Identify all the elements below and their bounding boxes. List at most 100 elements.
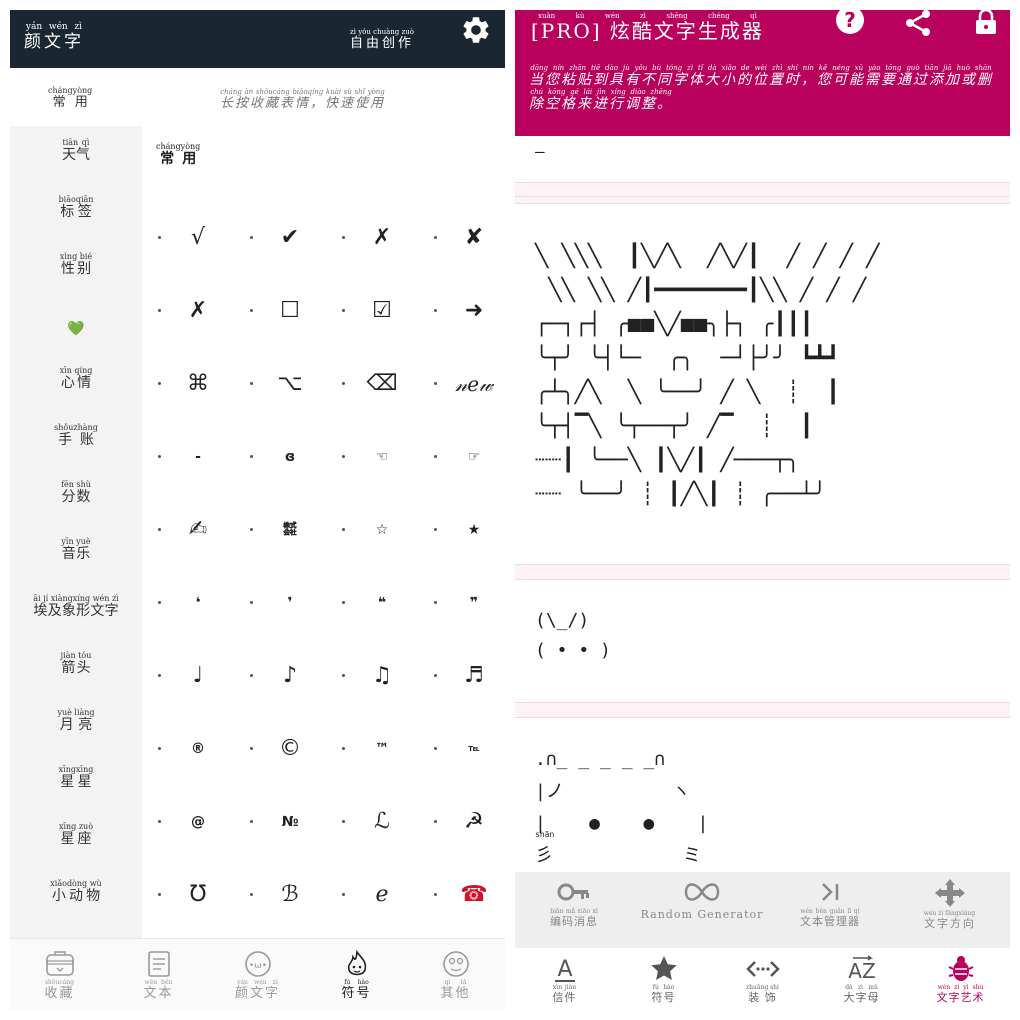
symbol-cell[interactable]: - [142, 437, 234, 477]
symbol-cell[interactable]: ✘ [418, 218, 505, 258]
sidebar-item-scores[interactable]: 分数fēn shù [10, 480, 142, 520]
sidebar-item-moon[interactable]: 月亮yuè liàng [10, 708, 142, 748]
symbol-cell[interactable]: ♬ [418, 656, 505, 696]
sidebar-item-weather[interactable]: 天气tiān qì [10, 138, 142, 178]
symbol-glyph[interactable]: ✍ [174, 516, 222, 544]
symbol-glyph[interactable]: ☐ [266, 297, 314, 325]
symbol-cell[interactable]: ℒ [326, 802, 418, 842]
symbol-glyph[interactable]: ☭ [450, 808, 498, 836]
symbol-cell[interactable]: ⌥ [234, 364, 326, 404]
symbol-cell[interactable]: ❛ [142, 583, 234, 623]
symbol-glyph[interactable]: ☎ [450, 881, 498, 909]
nav-text-art[interactable]: 文字艺术wén zì yì shù [911, 948, 1010, 1010]
symbol-glyph[interactable]: ❞ [450, 589, 498, 617]
symbol-glyph[interactable]: ☆ [358, 516, 406, 544]
symbol-glyph[interactable]: @ [174, 808, 222, 836]
symbol-glyph[interactable]: ♩ [174, 662, 222, 690]
encode-message-button[interactable]: 编码消息biān mǎ xiāo xī [515, 872, 633, 948]
sidebar-item-music[interactable]: 音乐yīn yuè [10, 537, 142, 577]
symbol-cell[interactable]: ⌫ [326, 364, 418, 404]
symbol-glyph[interactable]: № [266, 808, 314, 836]
symbol-cell[interactable]: ☞ [418, 437, 505, 477]
symbol-cell[interactable]: ☑ [326, 291, 418, 331]
gear-icon[interactable] [460, 14, 492, 46]
symbol-cell[interactable]: ★ [418, 510, 505, 550]
symbol-glyph[interactable]: ❛ [174, 589, 222, 617]
nav-letters[interactable]: A 信件xìn jiàn [515, 948, 614, 1010]
symbol-cell[interactable]: ➜ [418, 291, 505, 331]
help-icon[interactable]: ? [833, 10, 867, 44]
symbol-cell[interactable]: ☭ [418, 802, 505, 842]
symbol-cell[interactable]: ™ [326, 729, 418, 769]
symbol-cell[interactable]: ✗ [326, 218, 418, 258]
symbol-glyph[interactable]: ✔ [266, 224, 314, 252]
symbol-cell[interactable]: ℯ [326, 875, 418, 915]
nav-text[interactable]: 文本wén běn [109, 945, 208, 1007]
symbol-cell[interactable]: ℬ [234, 875, 326, 915]
nav-kaomoji[interactable]: •ω• 颜文字yán wén zì [208, 945, 307, 1007]
symbol-cell[interactable]: 𝓃ℯ𝓌 [418, 364, 505, 404]
symbol-cell[interactable]: Ʊ [142, 875, 234, 915]
nav-symbols-right[interactable]: 符号fú hào [614, 948, 713, 1010]
sidebar-item-animals[interactable]: 小动物xiǎodòng wù [10, 879, 142, 919]
lock-icon[interactable] [969, 10, 1003, 44]
symbol-glyph[interactable]: ℬ [266, 881, 314, 909]
symbol-glyph[interactable]: ™ [358, 735, 406, 763]
sidebar-item-stars[interactable]: 星星xīngxīng [10, 765, 142, 805]
sidebar-item-journal[interactable]: 手账shǒuzhàng [10, 423, 142, 463]
symbol-glyph[interactable]: ℒ [358, 808, 406, 836]
symbol-glyph[interactable]: ✗ [174, 297, 222, 325]
text-manager-button[interactable]: 文本管理器wén běn guǎn lǐ qì [771, 872, 889, 948]
symbol-cell[interactable]: © [234, 729, 326, 769]
free-create-button[interactable]: 自由创作zì yóu chuàng zuò [350, 28, 414, 51]
symbol-cell[interactable]: ❝ [326, 583, 418, 623]
symbol-cell[interactable]: ☆ [326, 510, 418, 550]
nav-symbols[interactable]: 符号fú hào [307, 945, 406, 1007]
nav-big-letters[interactable]: AZ 大字母dà zì mǔ [812, 948, 911, 1010]
symbol-glyph[interactable]: ♫ [358, 662, 406, 690]
symbol-cell[interactable]: ✔ [234, 218, 326, 258]
symbol-cell[interactable]: ☐ [234, 291, 326, 331]
symbol-cell[interactable]: ☜ [326, 437, 418, 477]
sidebar-item-zodiac[interactable]: 星座xīng zuò [10, 822, 142, 862]
symbol-glyph[interactable]: ℯ [358, 881, 406, 909]
text-art-item-top[interactable]: — [535, 142, 545, 161]
symbol-cell[interactable]: ® [142, 729, 234, 769]
nav-other[interactable]: 其他qí tā [406, 945, 505, 1007]
symbol-cell[interactable]: ☎ [418, 875, 505, 915]
random-generator-button[interactable]: Random Generator [633, 872, 771, 948]
symbol-glyph[interactable]: ⌫ [358, 370, 406, 398]
sidebar-item-gender[interactable]: 性别xìng bié [10, 252, 142, 292]
symbol-cell[interactable]: @ [142, 802, 234, 842]
nav-favorites[interactable]: 收藏shōucáng [10, 945, 109, 1007]
symbol-glyph[interactable]: ♪ [266, 662, 314, 690]
nav-decoration[interactable]: 装饰zhuāng shì [713, 948, 812, 1010]
symbol-cell[interactable]: ㍿ [234, 510, 326, 550]
symbol-cell[interactable]: № [234, 802, 326, 842]
symbol-cell[interactable]: ♫ [326, 656, 418, 696]
symbol-glyph[interactable]: © [266, 735, 314, 763]
symbol-glyph[interactable]: ★ [450, 516, 498, 544]
symbol-glyph[interactable]: ☑ [358, 297, 406, 325]
symbol-glyph[interactable]: ♬ [450, 662, 498, 690]
symbol-cell[interactable]: ♩ [142, 656, 234, 696]
symbol-glyph[interactable]: ☜ [358, 443, 406, 471]
sidebar-item-arrows[interactable]: 箭头jiàn tóu [10, 651, 142, 691]
symbol-cell[interactable]: √ [142, 218, 234, 258]
symbol-glyph[interactable]: ⌥ [266, 370, 314, 398]
symbol-glyph[interactable]: ɞ [266, 443, 314, 471]
symbol-glyph[interactable]: ✗ [358, 224, 406, 252]
symbol-glyph[interactable]: 𝓃ℯ𝓌 [450, 370, 498, 398]
symbol-cell[interactable]: ℡ [418, 729, 505, 769]
symbol-glyph[interactable]: Ʊ [174, 881, 222, 909]
symbol-glyph[interactable]: ✘ [450, 224, 498, 252]
symbol-glyph[interactable]: ㍿ [266, 516, 314, 544]
symbol-glyph[interactable]: √ [174, 224, 222, 252]
symbol-cell[interactable]: ♪ [234, 656, 326, 696]
symbol-glyph[interactable]: ® [174, 735, 222, 763]
symbol-glyph[interactable]: ❝ [358, 589, 406, 617]
symbol-glyph[interactable]: ➜ [450, 297, 498, 325]
sidebar-item-heart[interactable]: 💚 [10, 309, 142, 349]
symbol-glyph[interactable]: ℡ [450, 735, 498, 763]
symbol-glyph[interactable]: ❜ [266, 589, 314, 617]
